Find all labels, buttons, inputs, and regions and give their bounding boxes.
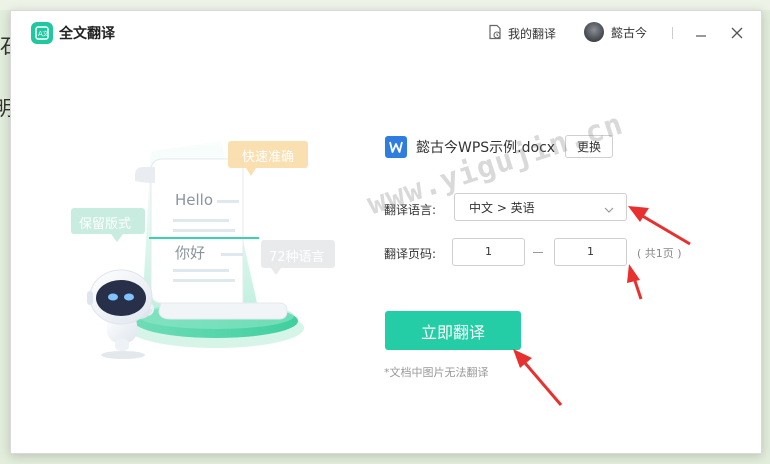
wps-word-icon (385, 135, 407, 158)
pages-label: 翻译页码: (384, 247, 437, 261)
close-icon (731, 24, 743, 43)
my-translations-button[interactable]: 我的翻译 (487, 24, 556, 43)
language-value: 中文 > 英语 (469, 200, 535, 215)
tag-fast-accurate: 快速准确 (242, 150, 295, 165)
app-title: 全文翻译 (59, 26, 115, 42)
page-total: ( 共1页 ) (637, 247, 682, 260)
my-translations-label: 我的翻译 (508, 27, 557, 41)
close-button[interactable] (727, 23, 747, 43)
minimize-button[interactable] (691, 23, 711, 43)
titlebar: A 文 全文翻译 我的翻译 懿古今 (11, 11, 761, 55)
tag-72-languages: 72种语言 (269, 250, 325, 265)
illustration: 快速准确 保留版式 72种语言 Hello 你好 (51, 121, 351, 361)
user-account[interactable]: 懿古今 (584, 22, 647, 42)
translate-app-icon: A 文 (31, 22, 53, 44)
translate-now-button[interactable]: 立即翻译 (385, 311, 521, 350)
document-clock-icon (487, 24, 503, 43)
minimize-icon (695, 24, 707, 43)
image-note: *文档中图片无法翻译 (384, 366, 489, 379)
background-ruler (0, 0, 770, 10)
doc-text-hello: Hello (175, 191, 214, 209)
doc-text-nihao: 你好 (175, 244, 206, 262)
page-to-input[interactable]: 1 (554, 238, 627, 266)
page-from-input[interactable]: 1 (452, 238, 525, 266)
full-text-translate-dialog: A 文 全文翻译 我的翻译 懿古今 快速准确 保留版式 72种语言 Hello … (10, 10, 762, 454)
username: 懿古今 (611, 25, 648, 40)
svg-text:文: 文 (43, 30, 49, 38)
avatar (584, 22, 604, 42)
tag-keep-layout: 保留版式 (79, 217, 132, 232)
page-range-dash (533, 252, 543, 253)
chevron-down-icon (604, 203, 614, 217)
titlebar-divider (672, 27, 673, 39)
language-select[interactable]: 中文 > 英语 (454, 193, 627, 221)
